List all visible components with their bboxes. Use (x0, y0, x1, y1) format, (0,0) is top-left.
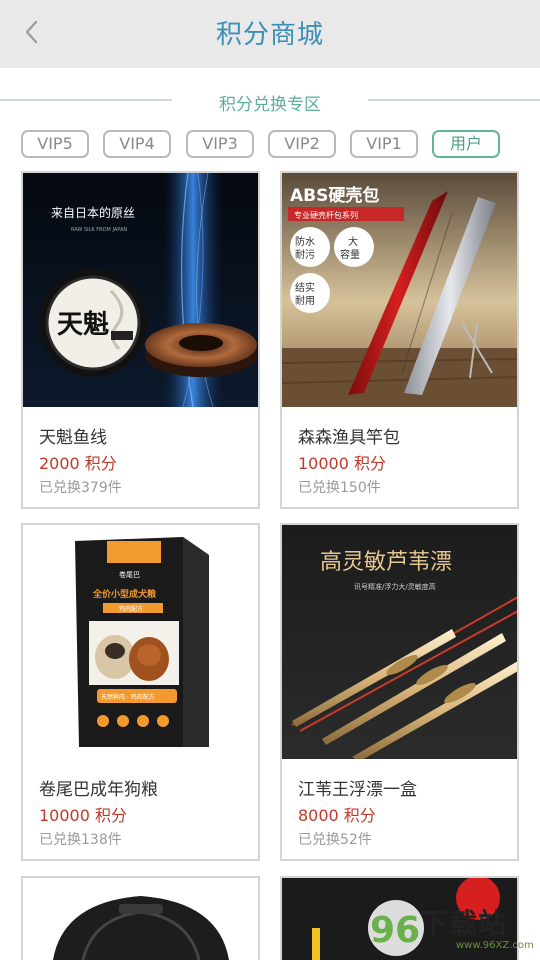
product-sold-count: 已兑换150件 (298, 480, 381, 496)
product-sold-count: 已兑换138件 (39, 832, 122, 848)
product-image-dog-food: 卷尾巴 全价小型成犬粮 鸡肉配方 天然鲜肉 · 鸡肉配方 (23, 525, 258, 759)
bag-flavor: 天然鲜肉 · 鸡肉配方 (101, 693, 155, 701)
product-price: 2000 积分 (39, 454, 117, 473)
product-image-fishing-line: 来自日本的原丝 RAW SILK FROM JAPAN 天魁 (23, 173, 258, 407)
product-price: 10000 积分 (298, 454, 386, 473)
product-card[interactable]: ABS硬壳包 专业硬壳杆包系列 防水 耐污 大 容量 结实 耐用 森森渔具竿包 … (280, 171, 519, 509)
tab-vip2[interactable]: VIP2 (268, 130, 336, 158)
product-image-rod-bag: ABS硬壳包 专业硬壳杆包系列 防水 耐污 大 容量 结实 耐用 (282, 173, 517, 407)
image-headline: 来自日本的原丝 (51, 205, 135, 220)
svg-text:耐污: 耐污 (295, 248, 315, 261)
bag-title: 全价小型成犬粮 (92, 588, 156, 600)
product-card[interactable] (21, 876, 260, 960)
product-image-floats: 高灵敏芦苇漂 讯号精准/浮力大/灵敏度高 (282, 525, 517, 759)
svg-text:卷尾巴: 卷尾巴 (119, 570, 140, 579)
product-name: 森森渔具竿包 (298, 428, 400, 448)
membership-tabs: VIP5 VIP4 VIP3 VIP2 VIP1 用户 (0, 130, 540, 158)
svg-text:大: 大 (348, 235, 358, 248)
product-name: 江苇王浮漂一盒 (298, 780, 417, 800)
svg-text:耐用: 耐用 (295, 294, 315, 307)
tab-vip3[interactable]: VIP3 (186, 130, 254, 158)
svg-text:容量: 容量 (340, 248, 360, 261)
section-divider-left (0, 99, 172, 101)
tab-user[interactable]: 用户 (432, 130, 500, 158)
watermark-logo-icon: 96 (368, 900, 424, 956)
image-subline: 讯号精准/浮力大/灵敏度高 (354, 582, 436, 591)
bag-sub: 鸡肉配方 (119, 605, 143, 613)
watermark-url: www.96XZ.com (456, 940, 534, 951)
image-headline: 高灵敏芦苇漂 (320, 550, 452, 575)
product-name: 卷尾巴成年狗粮 (39, 780, 158, 800)
section-divider-right (368, 99, 540, 101)
product-sold-count: 已兑换52件 (298, 832, 372, 848)
top-app-bar: 积分商城 (0, 0, 540, 68)
page-title: 积分商城 (215, 20, 324, 50)
image-headline: ABS硬壳包 (290, 185, 379, 206)
image-subline: RAW SILK FROM JAPAN (71, 227, 127, 233)
product-image-backpack (23, 878, 258, 960)
product-sold-count: 已兑换379件 (39, 480, 122, 496)
product-card[interactable]: 来自日本的原丝 RAW SILK FROM JAPAN 天魁 天魁鱼线 2000… (21, 171, 260, 509)
svg-text:结实: 结实 (295, 281, 315, 294)
product-card[interactable]: 高灵敏芦苇漂 讯号精准/浮力大/灵敏度高 江苇王浮漂一盒 8000 积分 已兑换… (280, 523, 519, 861)
spool-label: 天魁 (57, 309, 109, 340)
product-card[interactable]: 卷尾巴 全价小型成犬粮 鸡肉配方 天然鲜肉 · 鸡肉配方 卷尾巴成年狗粮 100… (21, 523, 260, 861)
tab-vip5[interactable]: VIP5 (21, 130, 89, 158)
product-price: 8000 积分 (298, 806, 376, 825)
site-watermark: 96 下载站 www.96XZ.com (366, 898, 536, 960)
tab-vip4[interactable]: VIP4 (103, 130, 171, 158)
tab-vip1[interactable]: VIP1 (350, 130, 418, 158)
product-name: 天魁鱼线 (39, 428, 107, 448)
svg-text:防水: 防水 (295, 235, 315, 248)
svg-text:96: 96 (370, 910, 420, 951)
section-title: 积分兑换专区 (219, 95, 321, 115)
product-price: 10000 积分 (39, 806, 127, 825)
image-banner: 专业硬壳杆包系列 (294, 210, 358, 220)
watermark-text: 下载站 (420, 907, 508, 940)
